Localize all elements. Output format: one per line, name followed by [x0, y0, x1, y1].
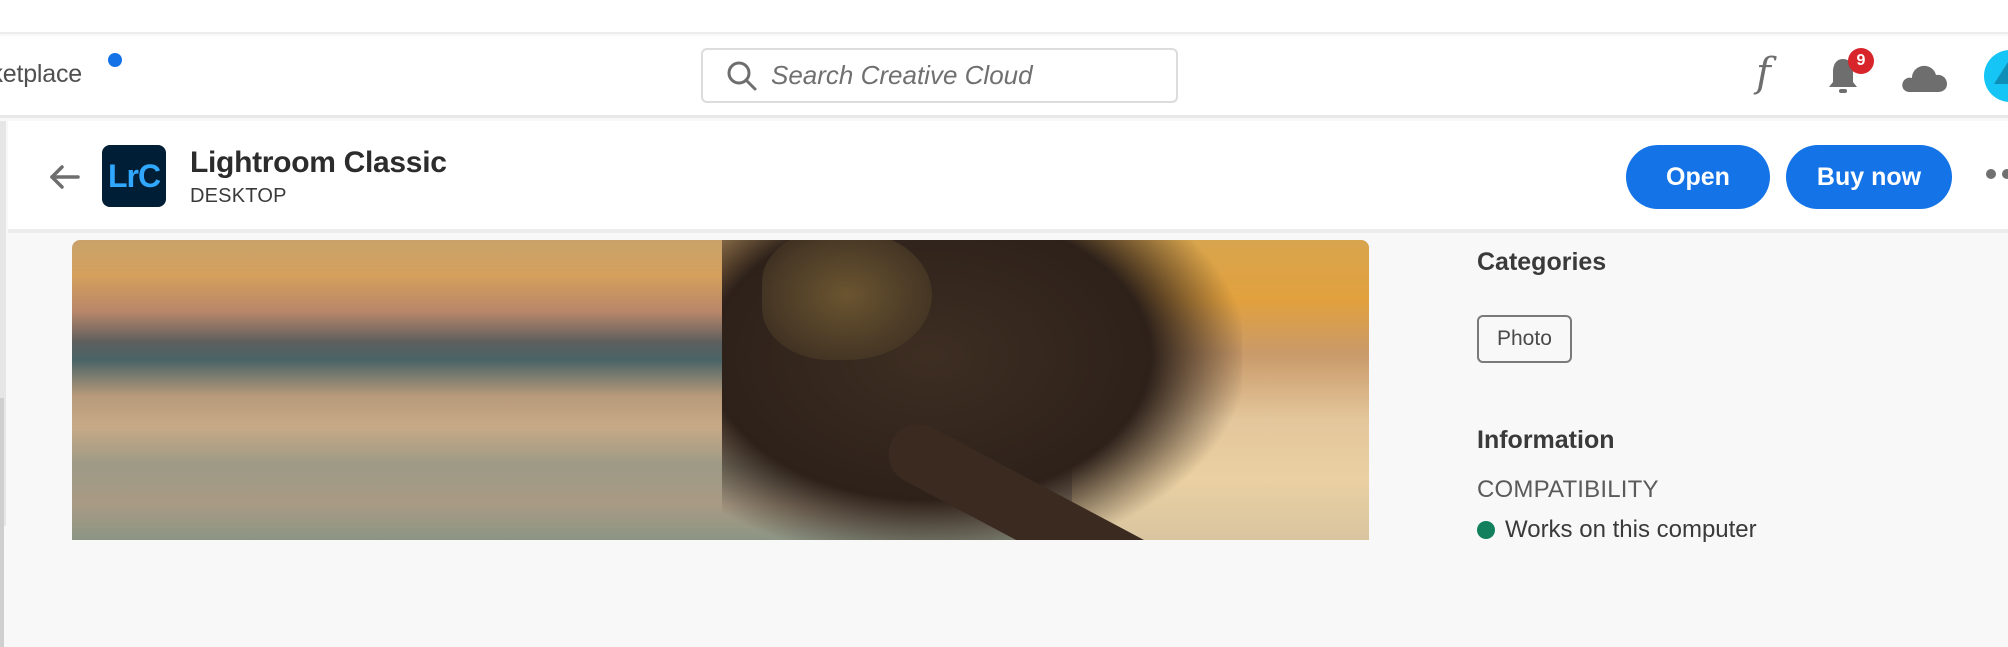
product-title: Lightroom Classic — [190, 146, 447, 179]
window-top-strip — [0, 0, 2008, 34]
lightroom-classic-logo: LrC — [102, 145, 166, 207]
left-scrollbar[interactable] — [0, 398, 4, 647]
open-button[interactable]: Open — [1626, 145, 1770, 209]
notification-dot — [108, 53, 122, 67]
left-rail — [0, 121, 6, 647]
app-header: Marketplace f 9 — [0, 36, 2008, 118]
search-input[interactable] — [771, 60, 1171, 91]
fonts-icon[interactable]: f — [1756, 50, 1771, 96]
search-box[interactable] — [701, 48, 1178, 103]
product-header: LrC Lightroom Classic DESKTOP Open Buy n… — [8, 121, 2008, 233]
categories-heading: Categories — [1477, 248, 1607, 276]
avatar-glyph — [1994, 62, 2008, 84]
hero-image — [72, 240, 1369, 540]
compatibility-status: Works on this computer — [1477, 516, 1757, 544]
compatibility-status-text: Works on this computer — [1505, 516, 1757, 543]
nav-marketplace[interactable]: Marketplace — [0, 60, 82, 89]
information-heading: Information — [1477, 426, 1615, 454]
cloud-icon[interactable] — [1900, 60, 1948, 94]
dot — [2002, 169, 2008, 179]
notification-badge: 9 — [1848, 48, 1874, 74]
buy-now-button[interactable]: Buy now — [1786, 145, 1952, 209]
category-tag-photo[interactable]: Photo — [1477, 315, 1572, 363]
avatar[interactable] — [1984, 50, 2008, 102]
search-icon — [727, 61, 757, 90]
status-ok-icon — [1477, 521, 1495, 539]
back-arrow-icon[interactable] — [48, 163, 82, 191]
more-options-icon[interactable] — [1986, 169, 2008, 179]
dot — [1986, 169, 1996, 179]
product-sidebar: Categories Photo Information COMPATIBILI… — [1477, 240, 1997, 543]
nav-marketplace-label: Marketplace — [0, 60, 82, 88]
product-platform: DESKTOP — [190, 185, 287, 207]
compatibility-label: COMPATIBILITY — [1477, 476, 1659, 503]
